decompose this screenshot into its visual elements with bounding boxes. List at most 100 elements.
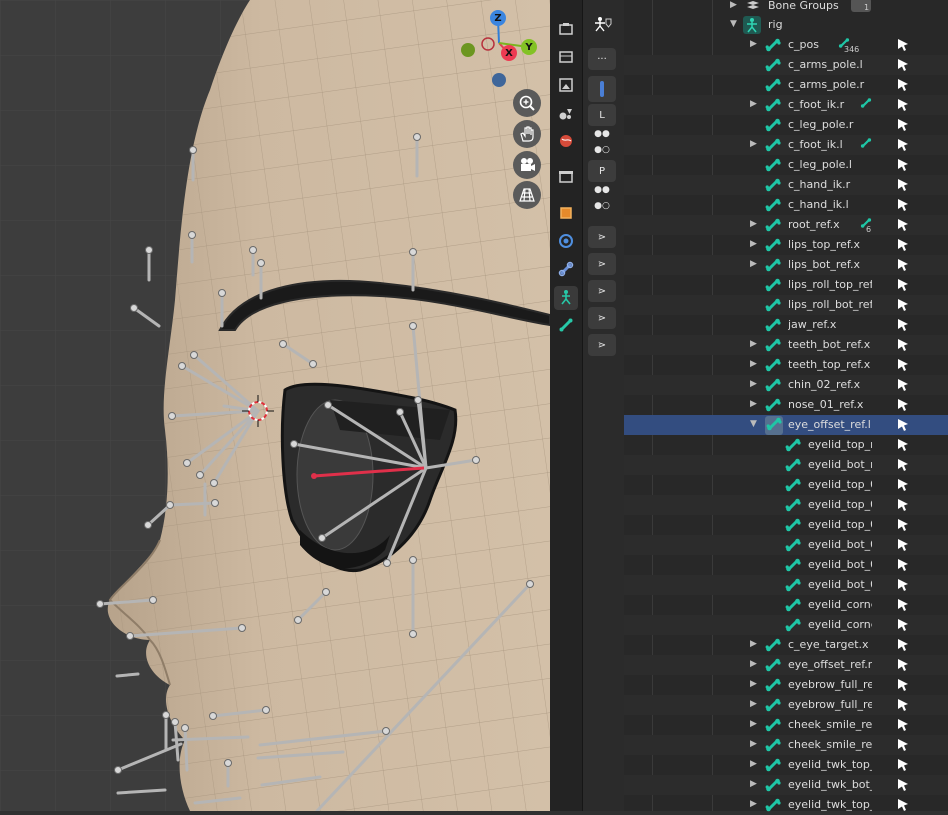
select-toggle-icon[interactable] [897, 578, 909, 595]
outliner-bone-row[interactable]: ▶ eyelid_twk_bot_r [624, 775, 948, 795]
tab-world[interactable] [554, 166, 578, 190]
outliner-bone-row[interactable]: c_hand_ik.l [624, 195, 948, 215]
outliner-bone-row[interactable]: eyelid_top_0 [624, 495, 948, 515]
outliner-bone-row[interactable]: c_arms_pole.l [624, 55, 948, 75]
outliner-bone-row[interactable]: ▶ chin_02_ref.x [624, 375, 948, 395]
expand-arrow-icon[interactable]: ▶ [750, 139, 757, 149]
tab-tool[interactable] [554, 18, 578, 42]
select-toggle-icon[interactable] [897, 698, 909, 715]
outliner-panel[interactable]: ▶ Bone Groups 1 ▼ rig ▶ c_pos 346 c_arms_po… [624, 0, 948, 812]
outliner-bone-row[interactable]: ▶ teeth_top_ref.x [624, 355, 948, 375]
select-toggle-icon[interactable] [897, 318, 909, 335]
outliner-bone-row[interactable]: eyelid_top_0 [624, 475, 948, 495]
expand-arrow-icon[interactable]: ▶ [750, 239, 757, 249]
gizmo-y-axis[interactable]: Y [521, 39, 537, 55]
ortho-toggle-button[interactable] [513, 181, 541, 209]
select-toggle-icon[interactable] [897, 758, 909, 775]
layer-button-6[interactable]: ⋗ [588, 334, 616, 356]
select-toggle-icon[interactable] [897, 278, 909, 295]
gizmo-x-axis[interactable]: X [501, 45, 517, 61]
select-toggle-icon[interactable] [897, 178, 909, 195]
outliner-bone-row[interactable]: eyelid_corne [624, 615, 948, 635]
child-bones-icon[interactable] [860, 137, 872, 152]
select-toggle-icon[interactable] [897, 58, 909, 75]
layer-l-button[interactable]: L [588, 104, 616, 126]
gizmo-z-axis[interactable]: Z [490, 10, 506, 26]
select-toggle-icon[interactable] [897, 158, 909, 175]
outliner-bone-row[interactable]: lips_roll_top_ref.x [624, 275, 948, 295]
tab-physics[interactable] [554, 230, 578, 254]
outliner-bone-row[interactable]: ▶ c_pos 346 [624, 35, 948, 55]
layer-button-5[interactable]: ⋗ [588, 307, 616, 329]
outliner-bone-row[interactable]: eyelid_bot_re [624, 455, 948, 475]
layer-slider[interactable] [588, 76, 616, 102]
outliner-bone-row[interactable]: ▶ teeth_bot_ref.x [624, 335, 948, 355]
tab-armature-data[interactable] [554, 286, 578, 310]
outliner-bone-row[interactable]: ▶ cheek_smile_ref. [624, 735, 948, 755]
select-toggle-icon[interactable] [897, 518, 909, 535]
expand-arrow-icon[interactable]: ▶ [750, 219, 757, 229]
outliner-bone-row[interactable]: ▶ lips_top_ref.x [624, 235, 948, 255]
expand-arrow-icon[interactable]: ▶ [750, 739, 757, 749]
select-toggle-icon[interactable] [897, 638, 909, 655]
expand-arrow-icon[interactable]: ▶ [750, 699, 757, 709]
collapse-arrow-icon[interactable]: ▼ [750, 419, 757, 429]
tab-constraints[interactable] [554, 258, 578, 282]
outliner-bone-row[interactable]: ▶ eyebrow_full_ref. [624, 695, 948, 715]
outliner-bone-row[interactable]: jaw_ref.x [624, 315, 948, 335]
outliner-bone-row[interactable]: ▶ c_foot_ik.l [624, 135, 948, 155]
tab-output[interactable] [554, 74, 578, 98]
select-toggle-icon[interactable] [897, 558, 909, 575]
expand-arrow-icon[interactable]: ▶ [750, 339, 757, 349]
collapse-arrow-icon[interactable]: ▼ [730, 19, 737, 29]
select-toggle-icon[interactable] [897, 598, 909, 615]
select-toggle-icon[interactable] [897, 618, 909, 635]
select-toggle-icon[interactable] [897, 38, 909, 55]
select-toggle-icon[interactable] [897, 738, 909, 755]
outliner-bone-row[interactable]: c_hand_ik.r [624, 175, 948, 195]
select-toggle-icon[interactable] [897, 718, 909, 735]
outliner-bone-row[interactable]: c_arms_pole.r [624, 75, 948, 95]
expand-arrow-icon[interactable]: ▶ [750, 719, 757, 729]
tab-view-layer[interactable] [554, 102, 578, 126]
tab-object[interactable] [554, 202, 578, 226]
select-toggle-icon[interactable] [897, 498, 909, 515]
expand-arrow-icon[interactable]: ▶ [750, 99, 757, 109]
outliner-bone-row[interactable]: eyelid_bot_0 [624, 555, 948, 575]
outliner-bone-row[interactable]: c_leg_pole.r [624, 115, 948, 135]
select-toggle-icon[interactable] [897, 358, 909, 375]
select-toggle-icon[interactable] [897, 198, 909, 215]
outliner-bone-row[interactable]: eyelid_bot_0 [624, 535, 948, 555]
expand-arrow-icon[interactable]: ▶ [750, 679, 757, 689]
layer-button-1[interactable]: ··· [588, 48, 616, 70]
dot-toggle-1[interactable]: ●○ [588, 142, 616, 158]
child-bones-icon[interactable]: 346 [838, 37, 859, 54]
outliner-bone-row[interactable]: eyelid_top_re [624, 435, 948, 455]
outliner-bone-row[interactable]: ▶ cheek_smile_ref. [624, 715, 948, 735]
select-toggle-icon[interactable] [897, 238, 909, 255]
dot-toggle-2[interactable]: ●○ [588, 198, 616, 214]
layer-button-4[interactable]: ⋗ [588, 280, 616, 302]
expand-arrow-icon[interactable]: ▶ [750, 799, 757, 809]
viewport-scene[interactable] [0, 0, 550, 811]
3d-viewport[interactable]: Z X Y [0, 0, 550, 811]
layer-button-3[interactable]: ⋗ [588, 253, 616, 275]
expand-arrow-icon[interactable]: ▶ [730, 0, 737, 10]
outliner-bone-groups-row[interactable]: ▶ Bone Groups 1 [624, 0, 948, 16]
tab-bone[interactable] [554, 314, 578, 338]
select-toggle-icon[interactable] [897, 658, 909, 675]
expand-arrow-icon[interactable]: ▶ [750, 359, 757, 369]
select-toggle-icon[interactable] [897, 678, 909, 695]
tab-scene[interactable] [554, 130, 578, 154]
select-toggle-icon[interactable] [897, 118, 909, 135]
layer-p-button[interactable]: P [588, 160, 616, 182]
child-bones-icon[interactable] [860, 97, 872, 112]
child-bones-icon[interactable]: 6 [860, 217, 872, 234]
outliner-bone-row[interactable]: ▶ eyelid_twk_top_r [624, 755, 948, 775]
armature-pose-button[interactable] [588, 14, 616, 36]
pan-button[interactable] [513, 120, 541, 148]
select-toggle-icon[interactable] [897, 778, 909, 795]
expand-arrow-icon[interactable]: ▶ [750, 659, 757, 669]
expand-arrow-icon[interactable]: ▶ [750, 639, 757, 649]
outliner-bone-row[interactable]: eyelid_corne [624, 595, 948, 615]
